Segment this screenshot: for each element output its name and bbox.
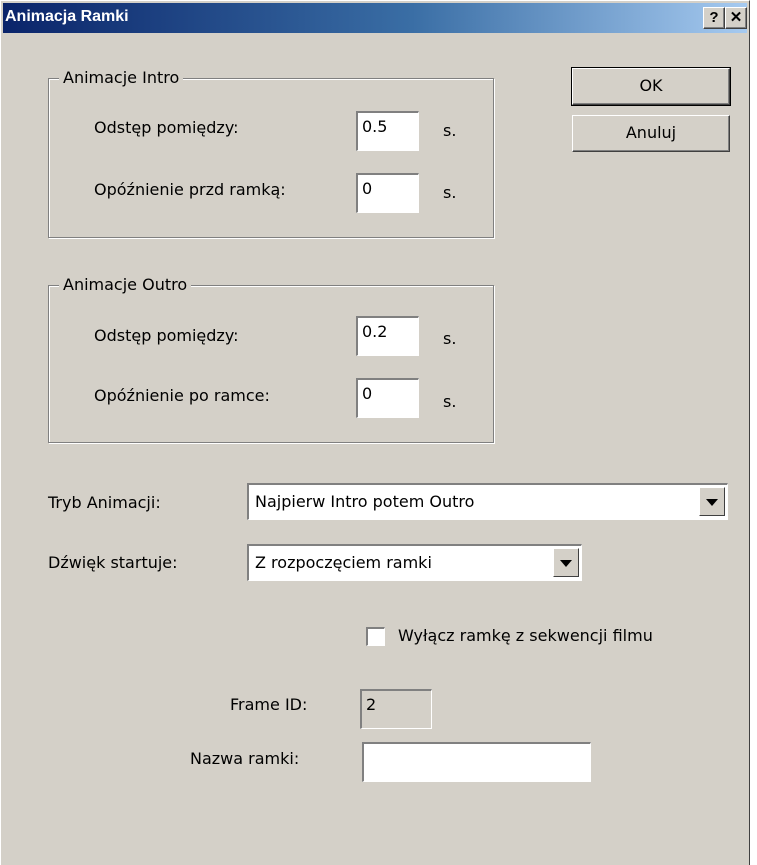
sound-select[interactable]: Z rozpoczęciem ramki bbox=[247, 544, 582, 581]
outro-spacing-label: Odstęp pomiędzy: bbox=[94, 326, 239, 345]
mode-select[interactable]: Najpierw Intro potem Outro bbox=[247, 483, 728, 520]
title-bar[interactable]: Animacja Ramki ? ✕ bbox=[3, 3, 747, 33]
sound-selected-value: Z rozpoczęciem ramki bbox=[255, 553, 432, 572]
dialog-window: Animacja Ramki ? ✕ Animacje Intro Odstęp… bbox=[0, 0, 750, 865]
mode-dropdown-button[interactable] bbox=[699, 487, 725, 516]
frame-name-label: Nazwa ramki: bbox=[190, 749, 300, 768]
frame-name-input[interactable] bbox=[362, 742, 591, 782]
intro-spacing-input[interactable]: 0.5 bbox=[356, 111, 419, 151]
intro-spacing-label: Odstęp pomiędzy: bbox=[94, 118, 239, 137]
outro-group: Animacje Outro bbox=[48, 275, 494, 443]
cancel-button[interactable]: Anuluj bbox=[572, 115, 730, 152]
outro-delay-label: Opóźnienie po ramce: bbox=[94, 386, 270, 405]
sound-dropdown-button[interactable] bbox=[553, 548, 579, 577]
outro-delay-input[interactable]: 0 bbox=[356, 378, 419, 418]
frame-id-field: 2 bbox=[360, 689, 432, 729]
exclude-checkbox-label[interactable]: Wyłącz ramkę z sekwencji filmu bbox=[398, 626, 653, 645]
outro-group-legend: Animacje Outro bbox=[59, 275, 192, 294]
chevron-down-icon bbox=[706, 499, 718, 506]
intro-delay-label: Opóźnienie przd ramką: bbox=[94, 180, 286, 199]
exclude-checkbox[interactable] bbox=[366, 627, 385, 646]
intro-group: Animacje Intro bbox=[48, 68, 494, 238]
help-button[interactable]: ? bbox=[703, 7, 725, 29]
outro-spacing-input[interactable]: 0.2 bbox=[356, 316, 419, 356]
intro-delay-unit: s. bbox=[443, 183, 457, 202]
sound-label: Dźwięk startuje: bbox=[48, 553, 178, 572]
intro-spacing-unit: s. bbox=[443, 121, 457, 140]
intro-group-legend: Animacje Intro bbox=[59, 68, 184, 87]
outro-spacing-unit: s. bbox=[443, 329, 457, 348]
chevron-down-icon bbox=[560, 560, 572, 567]
window-title: Animacja Ramki bbox=[5, 8, 129, 25]
mode-selected-value: Najpierw Intro potem Outro bbox=[255, 492, 475, 511]
ok-button[interactable]: OK bbox=[571, 67, 731, 106]
close-button[interactable]: ✕ bbox=[725, 7, 747, 29]
mode-label: Tryb Animacji: bbox=[48, 493, 161, 512]
frame-id-label: Frame ID: bbox=[230, 695, 308, 714]
outro-delay-unit: s. bbox=[443, 392, 457, 411]
intro-delay-input[interactable]: 0 bbox=[356, 173, 419, 213]
